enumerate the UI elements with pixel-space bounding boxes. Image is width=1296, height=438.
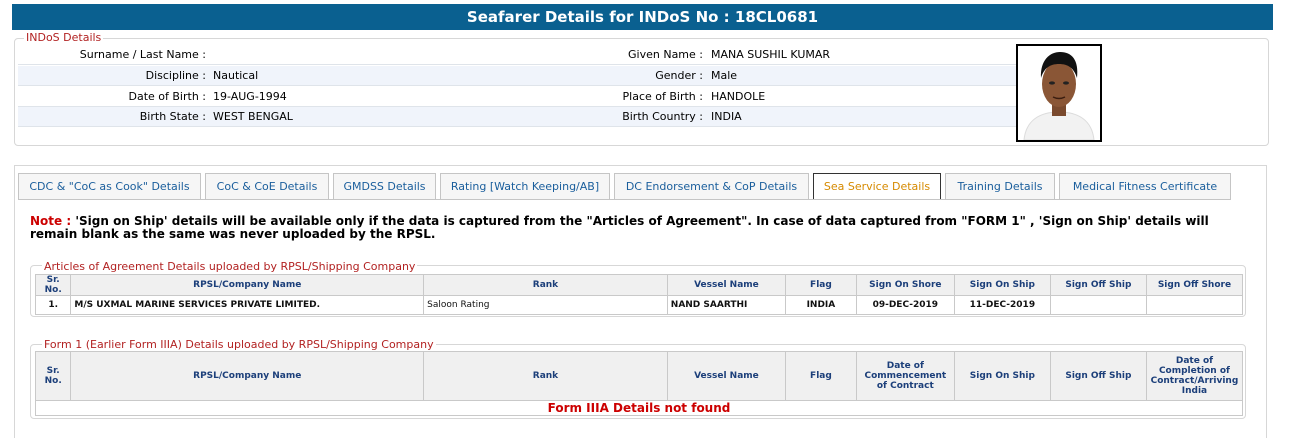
indos-row: Birth State : WEST BENGAL Birth Country …	[18, 107, 1016, 127]
cell-sign-on-shore: 09-DEC-2019	[855, 295, 955, 315]
col-rank: Rank	[423, 351, 668, 401]
col-sr-no: Sr. No.	[34, 274, 72, 296]
articles-header-row: Sr. No. RPSL/Company Name Rank Vessel Na…	[34, 274, 1244, 296]
cell-sign-off-ship	[1049, 295, 1147, 315]
tab-sea-service[interactable]: Sea Service Details	[813, 173, 941, 200]
gender-value: Male	[711, 69, 738, 82]
tab-training[interactable]: Training Details	[945, 173, 1055, 199]
col-vessel-name: Vessel Name	[666, 274, 787, 296]
col-sign-on-shore: Sign On Shore	[855, 274, 955, 296]
cell-sr-no: 1.	[34, 295, 72, 315]
col-sign-off-ship: Sign Off Ship	[1049, 351, 1147, 401]
note-label: Note :	[30, 214, 72, 228]
cell-rank: Saloon Rating	[423, 295, 668, 315]
col-rpsl-company: RPSL/Company Name	[70, 274, 425, 296]
birth-country-value: INDIA	[711, 110, 742, 123]
form1-table: Sr. No. RPSL/Company Name Rank Vessel Na…	[34, 351, 1244, 416]
cell-sign-off-shore	[1145, 295, 1244, 315]
articles-table: Sr. No. RPSL/Company Name Rank Vessel Na…	[34, 274, 1244, 315]
col-sign-off-shore: Sign Off Shore	[1145, 274, 1244, 296]
form1-header-row: Sr. No. RPSL/Company Name Rank Vessel Na…	[34, 351, 1244, 401]
indos-row: Date of Birth : 19-AUG-1994 Place of Bir…	[18, 87, 1016, 107]
portrait-image	[1018, 46, 1100, 140]
given-name-value: MANA SUSHIL KUMAR	[711, 48, 831, 61]
col-sign-on-ship: Sign On Ship	[953, 274, 1051, 296]
tab-dc-endorsement-cop[interactable]: DC Endorsement & CoP Details	[614, 173, 809, 199]
tab-cdc-coc-cook[interactable]: CDC & "CoC as Cook" Details	[18, 173, 201, 199]
form1-empty-message: Form IIIA Details not found	[35, 400, 1243, 416]
col-completion: Date of Completion of Contract/Arriving …	[1145, 351, 1244, 401]
col-sign-on-ship: Sign On Ship	[953, 351, 1051, 401]
col-sr-no: Sr. No.	[34, 351, 72, 401]
sign-on-ship-note: Note : 'Sign on Ship' details will be av…	[30, 215, 1250, 241]
tab-coc-coe[interactable]: CoC & CoE Details	[205, 173, 329, 199]
indos-row: Surname / Last Name : Given Name : MANA …	[18, 45, 1016, 65]
seafarer-photo	[1016, 44, 1102, 142]
tab-rating-watch-keeping[interactable]: Rating [Watch Keeping/AB]	[440, 173, 610, 199]
given-name-label: Given Name :	[628, 48, 703, 61]
col-rpsl-company: RPSL/Company Name	[70, 351, 425, 401]
col-flag: Flag	[785, 274, 857, 296]
col-commencement: Date of Commencement of Contract	[855, 351, 955, 401]
tab-divider	[18, 199, 1231, 200]
gender-label: Gender :	[655, 69, 703, 82]
col-vessel-name: Vessel Name	[666, 351, 787, 401]
form1-legend: Form 1 (Earlier Form IIIA) Details uploa…	[42, 338, 436, 351]
indos-row: Discipline : Nautical Gender : Male	[18, 66, 1016, 86]
cell-flag: INDIA	[785, 295, 857, 315]
cell-company: M/S UXMAL MARINE SERVICES PRIVATE LIMITE…	[70, 295, 425, 315]
col-sign-off-ship: Sign Off Ship	[1049, 274, 1147, 296]
tab-medical-fitness[interactable]: Medical Fitness Certificate	[1059, 173, 1231, 199]
birth-country-label: Birth Country :	[622, 110, 703, 123]
col-rank: Rank	[423, 274, 668, 296]
place-of-birth-value: HANDOLE	[711, 90, 766, 103]
table-row: Form IIIA Details not found	[35, 400, 1243, 416]
table-row: 1. M/S UXMAL MARINE SERVICES PRIVATE LIM…	[34, 295, 1244, 315]
place-of-birth-label: Place of Birth :	[622, 90, 703, 103]
page-title: Seafarer Details for INDoS No : 18CL0681	[12, 4, 1273, 30]
indos-details-legend: INDoS Details	[24, 31, 104, 44]
cell-sign-on-ship: 11-DEC-2019	[953, 295, 1051, 315]
col-flag: Flag	[785, 351, 857, 401]
tab-gmdss[interactable]: GMDSS Details	[333, 173, 436, 199]
cell-vessel: NAND SAARTHI	[666, 295, 787, 315]
note-text: 'Sign on Ship' details will be available…	[30, 214, 1209, 241]
articles-legend: Articles of Agreement Details uploaded b…	[42, 260, 418, 273]
